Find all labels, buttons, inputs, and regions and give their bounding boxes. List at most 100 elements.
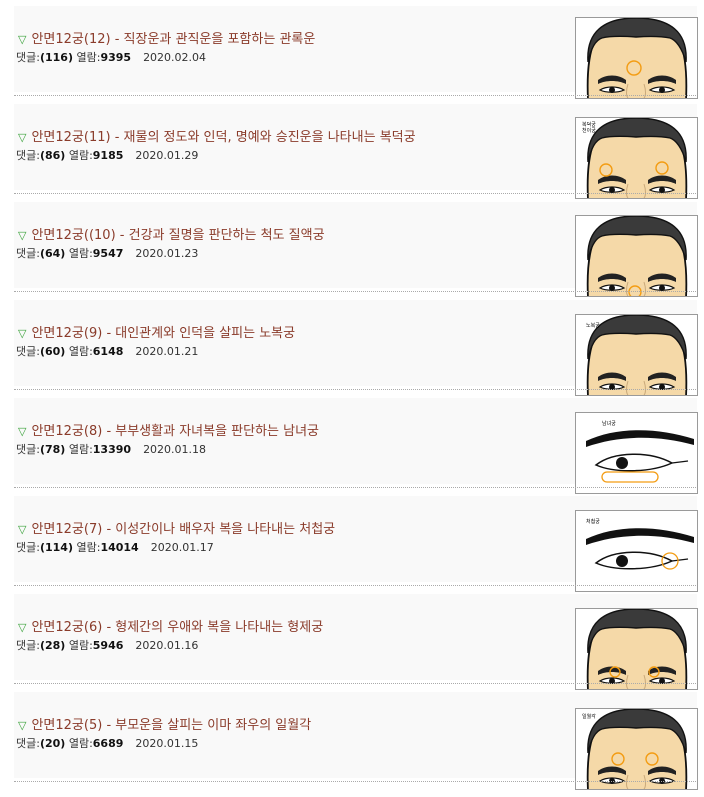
triangle-bullet-icon: ▽	[18, 33, 27, 46]
post-title-link[interactable]: ▽ 안면12궁(8) - 부부생활과 자녀복을 판단하는 남녀궁	[18, 420, 319, 439]
triangle-bullet-icon: ▽	[18, 131, 27, 144]
post-thumbnail[interactable]: 처첩궁	[575, 510, 698, 592]
views-label: 열람:	[68, 247, 93, 260]
triangle-bullet-icon: ▽	[18, 621, 27, 634]
post-meta: 댓글:(60) 열람:6148 2020.01.21	[16, 343, 198, 359]
post-title-link[interactable]: ▽ 안면12궁(9) - 대인관계와 인덕을 살피는 노복궁	[18, 322, 295, 341]
post-item: ▽ 안면12궁(7) - 이성간이나 배우자 복을 나타내는 처첩궁 댓글:(11…	[0, 490, 704, 592]
post-thumbnail[interactable]	[575, 608, 698, 690]
thumbnail-caption: 일월각	[582, 713, 596, 720]
comments-label: 댓글:	[16, 51, 40, 64]
post-list: ▽ 안면12궁(12) - 직장운과 관직운을 포함하는 관록운 댓글:(116)…	[0, 0, 704, 797]
post-item: ▽ 안면12궁(9) - 대인관계와 인덕을 살피는 노복궁 댓글:(60) 열람…	[0, 294, 704, 396]
post-date: 2020.02.04	[143, 51, 207, 64]
post-title-link[interactable]: ▽ 안면12궁(11) - 재물의 정도와 인덕, 명예와 승진운을 나타내는 복…	[18, 126, 416, 145]
view-count: 9395	[100, 51, 132, 64]
triangle-bullet-icon: ▽	[18, 425, 27, 438]
views-label: 열람:	[68, 639, 93, 652]
triangle-bullet-icon: ▽	[18, 523, 27, 536]
post-title: 안면12궁(6) - 형제간의 우애와 복을 나타내는 형제궁	[31, 620, 324, 635]
comment-count: (86)	[39, 149, 66, 162]
post-thumbnail[interactable]	[575, 17, 698, 99]
thumbnail-caption: 처첩궁	[586, 518, 600, 525]
views-label: 열람:	[68, 737, 93, 750]
post-item: ▽ 안면12궁(8) - 부부생활과 자녀복을 판단하는 남녀궁 댓글:(78) …	[0, 392, 704, 494]
post-title: 안면12궁(12) - 직장운과 관직운을 포함하는 관록운	[31, 32, 316, 47]
post-thumbnail[interactable]: 남녀궁	[575, 412, 698, 494]
thumbnail-caption: 복덕궁	[582, 121, 596, 128]
post-title: 안면12궁((10) - 건강과 질명을 판단하는 척도 질액궁	[31, 228, 325, 243]
comments-label: 댓글:	[16, 541, 40, 554]
thumbnail-caption: 남녀궁	[602, 420, 616, 427]
post-meta: 댓글:(28) 열람:5946 2020.01.16	[16, 637, 198, 653]
post-item: ▽ 안면12궁(11) - 재물의 정도와 인덕, 명예와 승진운을 나타내는 복…	[0, 98, 704, 199]
post-title: 안면12궁(9) - 대인관계와 인덕을 살피는 노복궁	[31, 326, 296, 341]
view-count: 6148	[92, 345, 124, 358]
post-item: ▽ 안면12궁(6) - 형제간의 우애와 복을 나타내는 형제궁 댓글:(28)…	[0, 588, 704, 690]
divider	[14, 781, 696, 782]
comments-label: 댓글:	[16, 345, 40, 358]
comments-label: 댓글:	[16, 247, 40, 260]
post-title-link[interactable]: ▽ 안면12궁(12) - 직장운과 관직운을 포함하는 관록운	[18, 28, 315, 47]
divider	[14, 389, 696, 390]
post-thumbnail[interactable]: 복덕궁 천이궁	[575, 117, 698, 199]
post-date: 2020.01.21	[135, 345, 199, 358]
thumbnail-caption: 천이궁	[582, 127, 596, 134]
post-item: ▽ 안면12궁(12) - 직장운과 관직운을 포함하는 관록운 댓글:(116)…	[0, 0, 704, 99]
divider	[14, 487, 696, 488]
post-date: 2020.01.15	[135, 737, 199, 750]
post-meta: 댓글:(20) 열람:6689 2020.01.15	[16, 735, 198, 751]
views-label: 열람:	[76, 541, 101, 554]
post-date: 2020.01.29	[135, 149, 199, 162]
view-count: 14014	[100, 541, 139, 554]
post-date: 2020.01.18	[143, 443, 207, 456]
post-meta: 댓글:(64) 열람:9547 2020.01.23	[16, 245, 198, 261]
triangle-bullet-icon: ▽	[18, 719, 27, 732]
comments-label: 댓글:	[16, 737, 40, 750]
views-label: 열람:	[68, 443, 93, 456]
comment-count: (78)	[39, 443, 66, 456]
post-thumbnail[interactable]	[575, 215, 698, 297]
post-date: 2020.01.16	[135, 639, 199, 652]
comment-count: (114)	[39, 541, 73, 554]
view-count: 6689	[92, 737, 124, 750]
divider	[14, 585, 696, 586]
post-thumbnail[interactable]: 노복궁	[575, 314, 698, 396]
triangle-bullet-icon: ▽	[18, 229, 27, 242]
views-label: 열람:	[68, 345, 93, 358]
comment-count: (20)	[39, 737, 66, 750]
post-title: 안면12궁(8) - 부부생활과 자녀복을 판단하는 남녀궁	[31, 424, 320, 439]
post-thumbnail[interactable]: 일월각	[575, 708, 698, 790]
post-title: 안면12궁(7) - 이성간이나 배우자 복을 나타내는 처첩궁	[31, 522, 336, 537]
triangle-bullet-icon: ▽	[18, 327, 27, 340]
views-label: 열람:	[68, 149, 93, 162]
comment-count: (60)	[39, 345, 66, 358]
post-title: 안면12궁(5) - 부모운을 살피는 이마 좌우의 일월각	[31, 718, 312, 733]
post-meta: 댓글:(116) 열람:9395 2020.02.04	[16, 49, 206, 65]
comment-count: (116)	[39, 51, 73, 64]
divider	[14, 291, 696, 292]
post-meta: 댓글:(78) 열람:13390 2020.01.18	[16, 441, 206, 457]
comment-count: (28)	[39, 639, 66, 652]
comments-label: 댓글:	[16, 443, 40, 456]
post-title: 안면12궁(11) - 재물의 정도와 인덕, 명예와 승진운을 나타내는 복덕…	[31, 130, 416, 145]
view-count: 5946	[92, 639, 124, 652]
divider	[14, 95, 696, 96]
post-title-link[interactable]: ▽ 안면12궁(7) - 이성간이나 배우자 복을 나타내는 처첩궁	[18, 518, 335, 537]
post-item: ▽ 안면12궁(5) - 부모운을 살피는 이마 좌우의 일월각 댓글:(20) …	[0, 686, 704, 790]
post-item: ▽ 안면12궁((10) - 건강과 질명을 판단하는 척도 질액궁 댓글:(64…	[0, 196, 704, 297]
post-meta: 댓글:(86) 열람:9185 2020.01.29	[16, 147, 198, 163]
view-count: 9547	[92, 247, 124, 260]
post-date: 2020.01.23	[135, 247, 199, 260]
post-title-link[interactable]: ▽ 안면12궁(5) - 부모운을 살피는 이마 좌우의 일월각	[18, 714, 311, 733]
thumbnail-caption: 노복궁	[586, 323, 600, 329]
post-date: 2020.01.17	[150, 541, 214, 554]
divider	[14, 683, 696, 684]
divider	[14, 193, 696, 194]
comment-count: (64)	[39, 247, 66, 260]
post-meta: 댓글:(114) 열람:14014 2020.01.17	[16, 539, 214, 555]
post-title-link[interactable]: ▽ 안면12궁(6) - 형제간의 우애와 복을 나타내는 형제궁	[18, 616, 323, 635]
post-title-link[interactable]: ▽ 안면12궁((10) - 건강과 질명을 판단하는 척도 질액궁	[18, 224, 325, 243]
views-label: 열람:	[76, 51, 101, 64]
view-count: 13390	[92, 443, 132, 456]
